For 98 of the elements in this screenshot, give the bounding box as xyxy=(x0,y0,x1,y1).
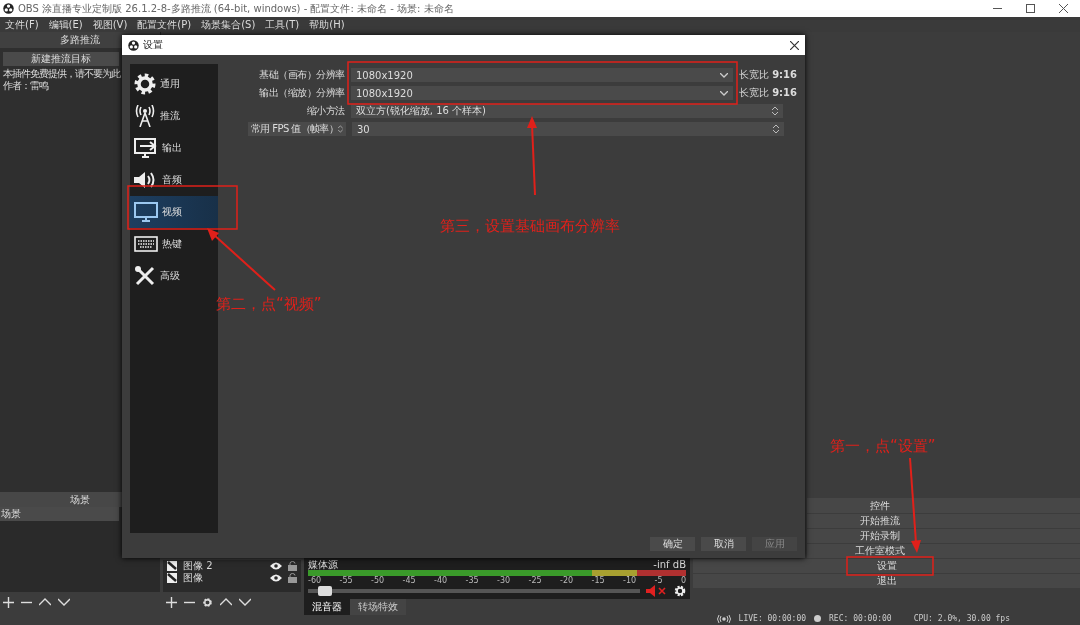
move-down-icon[interactable] xyxy=(58,598,70,606)
audio-source-name: 媒体源 xyxy=(308,559,338,570)
settings-category[interactable]: 音频 xyxy=(130,164,218,196)
gear-icon[interactable] xyxy=(674,585,686,597)
meter-tick-label: -10 xyxy=(623,576,637,585)
maximize-icon[interactable] xyxy=(1026,4,1035,13)
keyboard-icon xyxy=(134,236,158,252)
move-down-icon[interactable] xyxy=(239,598,251,606)
settings-category[interactable]: 通用 xyxy=(130,68,218,100)
dialog-button[interactable]: 取消 xyxy=(701,537,746,551)
rec-status: REC: 00:00:00 xyxy=(829,614,892,623)
meter-tick-label: -55 xyxy=(339,576,353,585)
fps-field[interactable]: 30 xyxy=(351,122,784,136)
level-reading: -inf dB xyxy=(653,559,686,570)
settings-category[interactable]: 视频 xyxy=(130,196,218,228)
add-icon[interactable] xyxy=(3,596,14,608)
gear-icon xyxy=(134,73,156,95)
settings-category[interactable]: 输出 xyxy=(130,132,218,164)
record-dot-icon xyxy=(814,615,822,622)
dialog-button[interactable]: 确定 xyxy=(650,537,695,551)
aspect-value: 9:16 xyxy=(772,87,797,98)
cpu-status: CPU: 2.0%, 30.00 fps xyxy=(913,614,1010,623)
lock-icon[interactable] xyxy=(288,573,297,583)
move-up-icon[interactable] xyxy=(220,598,232,606)
caret-icon[interactable] xyxy=(719,90,728,96)
field-label: 缩小方法 xyxy=(305,104,345,118)
resolution-dropdown[interactable]: 1080x1920 xyxy=(350,68,733,82)
source-name[interactable]: 图像 xyxy=(183,571,264,585)
live-status: LIVE: 00:00:00 xyxy=(738,614,807,623)
close-icon[interactable] xyxy=(790,40,799,50)
notice-text: 作者：雷鸣 xyxy=(2,80,48,92)
aspect-label: 长宽比 xyxy=(738,69,769,80)
lock-icon[interactable] xyxy=(288,561,297,571)
meter-tick-label: -25 xyxy=(528,576,542,585)
spin-arrows-icon[interactable] xyxy=(772,124,779,134)
settings-category[interactable]: 高级 xyxy=(130,260,218,292)
meter-tick-label: -15 xyxy=(591,576,605,585)
dock-tab[interactable]: 混音器 xyxy=(304,599,350,615)
menu-item[interactable]: 编辑(E) xyxy=(43,17,88,32)
meter-tick-label: 0 xyxy=(680,576,686,585)
live-signal-icon xyxy=(716,614,731,623)
monitor-icon xyxy=(134,202,158,222)
annotation-text: 第二，点“视频” xyxy=(216,295,322,314)
eye-icon[interactable] xyxy=(270,574,282,582)
speaker-icon[interactable] xyxy=(646,585,668,597)
antenna-icon xyxy=(134,105,156,127)
meter-tick-label: -30 xyxy=(497,576,511,585)
caret-icon[interactable] xyxy=(719,72,728,78)
menu-item[interactable]: 工具(T) xyxy=(260,17,305,32)
meter-tick-label: -40 xyxy=(434,576,448,585)
annotation-text: 第一，点“设置” xyxy=(830,437,936,456)
control-button[interactable]: 开始录制 xyxy=(807,529,1080,543)
add-icon[interactable] xyxy=(166,596,177,608)
image-source-icon xyxy=(167,573,177,583)
new-target-button[interactable]: 新建推流目标 xyxy=(3,52,119,66)
fps-type-dropdown[interactable]: 常用 FPS 值（帧率） xyxy=(247,122,346,136)
menu-item[interactable]: 帮助(H) xyxy=(304,17,350,32)
settings-category[interactable]: 热键 xyxy=(130,228,218,260)
control-button[interactable]: 设置 xyxy=(693,559,1080,573)
control-button[interactable]: 退出 xyxy=(693,574,1080,588)
meter-tick-label: -35 xyxy=(465,576,479,585)
meter-tick-label: -60 xyxy=(308,576,322,585)
meter-tick-label: -5 xyxy=(654,576,663,585)
meter-tick-label: -50 xyxy=(371,576,385,585)
dock-tab[interactable]: 转场特效 xyxy=(350,599,406,615)
tools-icon xyxy=(134,265,156,287)
control-button[interactable]: 工作室模式 xyxy=(807,544,1080,558)
aspect-value: 9:16 xyxy=(772,69,797,80)
control-button[interactable]: 开始推流 xyxy=(807,514,1080,528)
menu-item[interactable]: 文件(F) xyxy=(0,17,44,32)
volume-slider[interactable] xyxy=(308,589,640,593)
monitor-arrow-icon xyxy=(134,138,158,158)
obs-logo-icon xyxy=(3,3,14,14)
arrow xyxy=(207,228,276,291)
obs-logo-icon xyxy=(128,39,139,51)
menu-item[interactable]: 场景集合(S) xyxy=(196,17,261,32)
spin-arrows-icon[interactable] xyxy=(771,106,778,116)
scene-item[interactable]: 场景 xyxy=(0,507,119,521)
source-name[interactable]: 图像 2 xyxy=(183,559,264,573)
notice-text: 本插件免费提供，请不要为此 xyxy=(2,68,120,80)
meter-tick-label: -45 xyxy=(402,576,416,585)
gear-icon[interactable] xyxy=(202,596,213,608)
aspect-label: 长宽比 xyxy=(738,87,769,98)
annotation-text: 第三，设置基础画布分辨率 xyxy=(440,217,620,236)
menu-item[interactable]: 配置文件(P) xyxy=(132,17,197,32)
meter-tick-label: -20 xyxy=(560,576,574,585)
eye-icon[interactable] xyxy=(270,562,282,570)
close-icon[interactable] xyxy=(1059,4,1068,13)
volume-thumb[interactable] xyxy=(317,586,332,596)
resolution-dropdown[interactable]: 1080x1920 xyxy=(350,86,733,100)
menu-item[interactable]: 视图(V) xyxy=(87,17,133,32)
move-up-icon[interactable] xyxy=(39,598,51,606)
settings-category[interactable]: 推流 xyxy=(130,100,218,132)
window-title: OBS 涂直播专业定制版 26.1.2-8-多路推流 (64-bit, windows) - 配置文件: 未命名 - 场景: 未命名 xyxy=(18,1,455,16)
dock-title: 控件 xyxy=(807,498,1080,513)
field-label: 输出（缩放）分辨率 xyxy=(258,86,345,100)
field-label: 基础（画布）分辨率 xyxy=(258,68,345,82)
spin-arrows-icon[interactable] xyxy=(338,124,343,134)
